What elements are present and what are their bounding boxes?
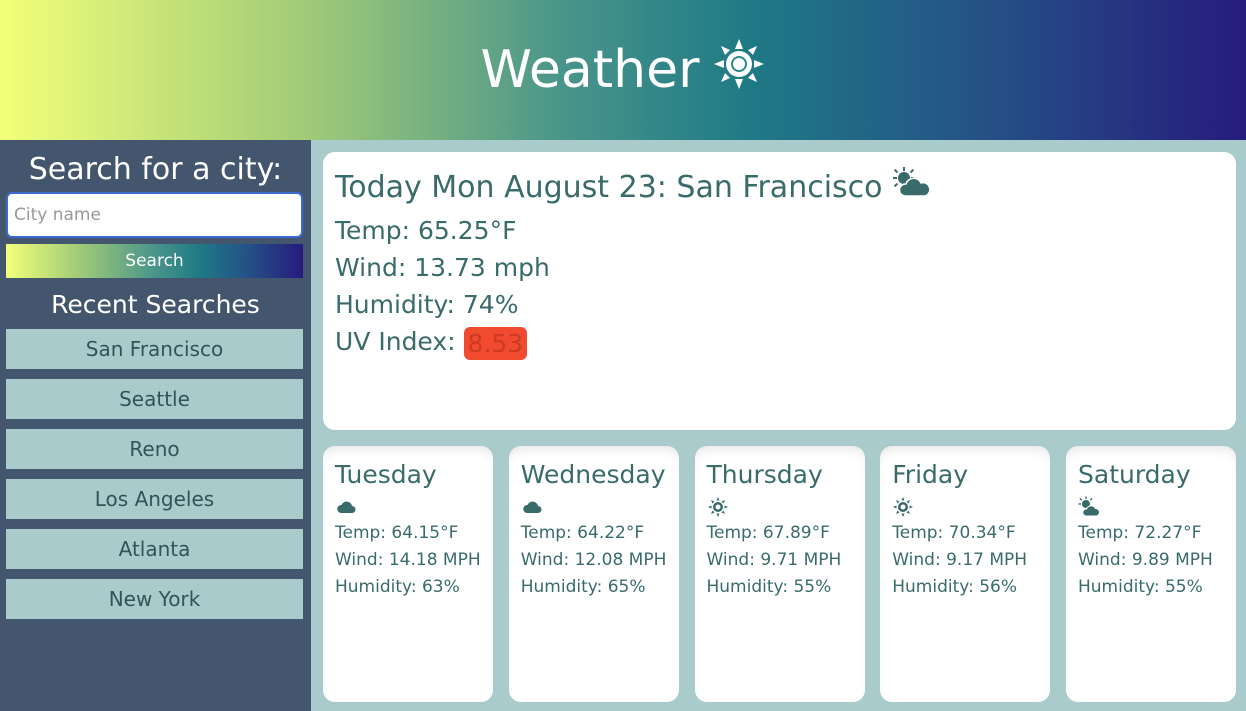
recent-search-item[interactable]: Seattle <box>6 379 303 419</box>
recent-search-item[interactable]: New York <box>6 579 303 619</box>
cloud-icon <box>521 494 667 520</box>
recent-search-item[interactable]: San Francisco <box>6 329 303 369</box>
forecast-card-thursday: Thursday Temp: 67.89°F Wind: 9.71 MPH Hu… <box>694 446 865 702</box>
app-title: Weather <box>481 38 766 103</box>
search-sidebar: Search for a city: Search Recent Searche… <box>0 140 311 711</box>
forecast-wind: Wind: 9.89 MPH <box>1078 550 1213 570</box>
forecast-card-saturday: Saturday Temp: 72.27°F Wind: 9.89 MPH Hu… <box>1066 446 1236 702</box>
forecast-humidity: Humidity: 55% <box>706 577 832 597</box>
current-weather-heading: Today Mon August 23: San Francisco <box>335 169 883 205</box>
current-wind: Wind: 13.73 mph <box>335 253 550 282</box>
forecast-day-name: Friday <box>892 460 969 489</box>
app-title-text: Weather <box>480 40 700 100</box>
forecast-wind: Wind: 12.08 MPH <box>520 550 667 570</box>
forecast-wind: Wind: 9.17 MPH <box>892 550 1028 570</box>
uv-index-badge: 8.53 <box>463 326 528 360</box>
forecast-card-wednesday: Wednesday Temp: 64.22°F Wind: 12.08 MPH … <box>508 446 679 702</box>
forecast-day-name: Wednesday <box>520 460 666 489</box>
app-header: Weather <box>0 0 1246 140</box>
current-weather-title: Today Mon August 23: San Francisco <box>335 166 1224 208</box>
forecast-card-tuesday: Tuesday Temp: 64.15°F Wind: 14.18 MPH Hu… <box>323 446 493 702</box>
recent-search-item[interactable]: Reno <box>6 429 303 469</box>
cloud-icon <box>335 494 481 520</box>
forecast-temp: Temp: 64.22°F <box>520 523 645 543</box>
current-temp: Temp: 65.25°F <box>335 216 517 245</box>
forecast-temp: Temp: 72.27°F <box>1078 523 1202 543</box>
recent-search-item[interactable]: Los Angeles <box>6 479 303 519</box>
recent-search-item[interactable]: Atlanta <box>6 529 303 569</box>
forecast-humidity: Humidity: 63% <box>335 577 460 597</box>
forecast-wind: Wind: 9.71 MPH <box>706 550 842 570</box>
search-heading: Search for a city: <box>28 152 283 187</box>
uv-index-label: UV Index: <box>335 327 464 356</box>
current-uv-row: UV Index: 8.53 <box>335 323 1224 360</box>
recent-searches-list: San Francisco Seattle Reno Los Angeles A… <box>6 329 303 629</box>
current-weather-card: Today Mon August 23: San Francisco Temp:… <box>323 152 1236 430</box>
forecast-day-name: Tuesday <box>335 460 437 489</box>
forecast-temp: Temp: 67.89°F <box>706 523 830 543</box>
sun-icon <box>892 494 1038 520</box>
recent-searches-heading: Recent Searches <box>51 290 260 319</box>
forecast-day-name: Thursday <box>706 460 823 489</box>
forecast-card-friday: Friday Temp: 70.34°F Wind: 9.17 MPH Humi… <box>880 446 1051 702</box>
forecast-humidity: Humidity: 55% <box>1078 577 1203 597</box>
sun-icon <box>713 38 765 103</box>
city-search-input[interactable] <box>6 192 303 238</box>
forecast-humidity: Humidity: 56% <box>892 577 1018 597</box>
forecast-day-name: Saturday <box>1078 460 1191 489</box>
sun-cloud-icon <box>891 166 931 208</box>
search-button[interactable]: Search <box>6 244 303 278</box>
forecast-humidity: Humidity: 65% <box>520 577 646 597</box>
forecast-wind: Wind: 14.18 MPH <box>335 550 481 570</box>
five-day-forecast: Tuesday Temp: 64.15°F Wind: 14.18 MPH Hu… <box>323 446 1236 702</box>
forecast-temp: Temp: 64.15°F <box>335 523 459 543</box>
forecast-temp: Temp: 70.34°F <box>892 523 1016 543</box>
sun-icon <box>707 494 853 520</box>
current-humidity: Humidity: 74% <box>335 290 519 319</box>
sun-cloud-icon <box>1078 494 1224 520</box>
